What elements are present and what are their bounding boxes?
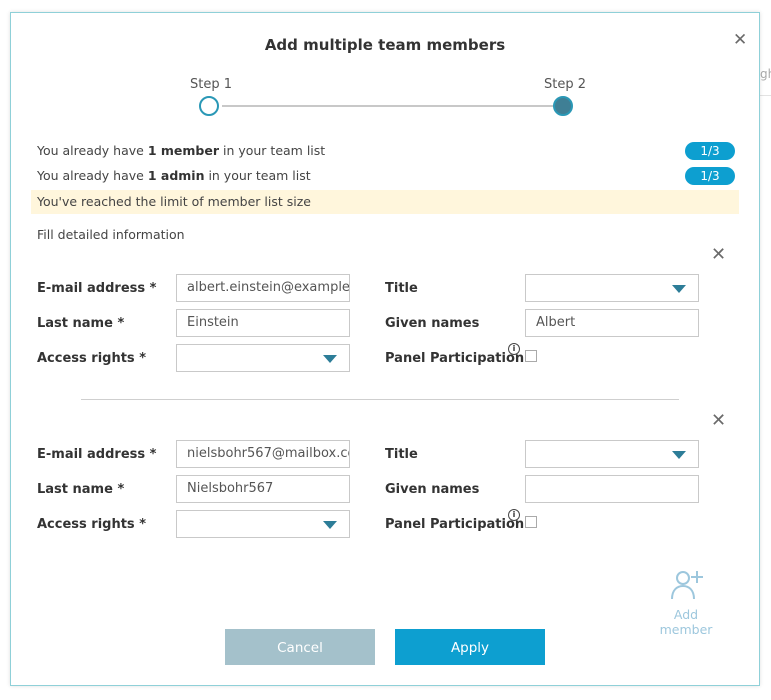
remove-member-2-icon[interactable]: ✕ xyxy=(711,412,726,430)
step-2-dot[interactable] xyxy=(553,96,573,116)
access-rights-label: Access rights * xyxy=(37,351,146,366)
member-count-badge: 1/3 xyxy=(685,142,735,160)
step-1-label: Step 1 xyxy=(190,77,233,92)
given-names-input-2[interactable] xyxy=(525,475,699,503)
step-1-dot[interactable] xyxy=(199,96,219,116)
apply-button[interactable]: Apply xyxy=(395,629,545,665)
admin-count-badge: 1/3 xyxy=(685,167,735,185)
access-rights-select-2[interactable] xyxy=(176,510,350,538)
chevron-down-icon xyxy=(672,451,686,459)
last-name-label: Last name * xyxy=(37,482,125,497)
given-names-label: Given names xyxy=(385,316,480,331)
email-input-1[interactable]: albert.einstein@example xyxy=(176,274,350,302)
limit-warning: You've reached the limit of member list … xyxy=(31,190,739,214)
add-member-button[interactable]: Add member xyxy=(646,569,726,637)
chevron-down-icon xyxy=(672,285,686,293)
panel-participation-label: Panel Participation xyxy=(385,517,525,532)
title-label: Title xyxy=(385,281,418,296)
last-name-input-2[interactable]: Nielsbohr567 xyxy=(176,475,350,503)
chevron-down-icon xyxy=(323,355,337,363)
given-names-input-1[interactable]: Albert xyxy=(525,309,699,337)
last-name-input-1[interactable]: Einstein xyxy=(176,309,350,337)
info-icon[interactable]: i xyxy=(508,343,520,355)
modal-title: Add multiple team members xyxy=(264,36,506,54)
add-member-label: Add member xyxy=(659,607,713,637)
member-divider xyxy=(81,399,679,400)
email-input-2[interactable]: nielsbohr567@mailbox.co xyxy=(176,440,350,468)
title-select-2[interactable] xyxy=(525,440,699,468)
add-user-icon xyxy=(671,571,703,600)
last-name-label: Last name * xyxy=(37,316,125,331)
info-icon[interactable]: i xyxy=(508,509,520,521)
fill-info-text: Fill detailed information xyxy=(37,227,185,242)
stepper-line xyxy=(222,105,559,107)
title-select-1[interactable] xyxy=(525,274,699,302)
panel-participation-label: Panel Participation xyxy=(385,351,525,366)
background-divider xyxy=(760,95,771,96)
email-label: E-mail address * xyxy=(37,447,157,462)
access-rights-label: Access rights * xyxy=(37,517,146,532)
chevron-down-icon xyxy=(323,521,337,529)
step-2-label: Step 2 xyxy=(544,77,587,92)
title-label: Title xyxy=(385,447,418,462)
member-count-text: You already have 1 member in your team l… xyxy=(37,143,326,158)
add-members-modal: ✕ Add multiple team members Step 1 Step … xyxy=(10,12,760,686)
given-names-label: Given names xyxy=(385,482,480,497)
background-text: gh xyxy=(760,67,771,81)
remove-member-1-icon[interactable]: ✕ xyxy=(711,246,726,264)
cancel-button[interactable]: Cancel xyxy=(225,629,375,665)
admin-count-text: You already have 1 admin in your team li… xyxy=(37,168,311,183)
email-label: E-mail address * xyxy=(37,281,157,296)
panel-participation-checkbox-2[interactable] xyxy=(525,516,537,528)
access-rights-select-1[interactable] xyxy=(176,344,350,372)
panel-participation-checkbox-1[interactable] xyxy=(525,350,537,362)
